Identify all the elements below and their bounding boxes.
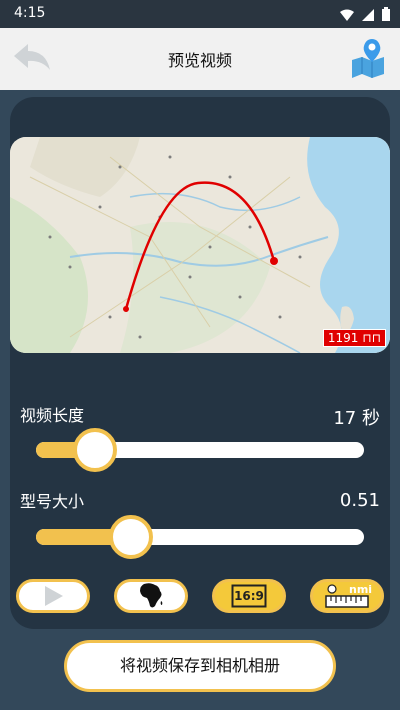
status-time: 4:15 <box>14 5 46 21</box>
play-button[interactable] <box>16 579 90 613</box>
video-length-thumb[interactable] <box>73 428 118 472</box>
distance-unit-button[interactable]: nmi <box>310 579 384 613</box>
map-location-button[interactable] <box>350 38 388 78</box>
distance-badge: 1191 ⊓⊓ <box>322 329 386 347</box>
signal-icon <box>362 6 374 25</box>
marker-size-value: 0.51 <box>339 490 380 511</box>
map-pin-icon <box>352 39 384 78</box>
aspect-ratio-label: 16:9 <box>234 589 264 603</box>
map-preview[interactable]: 1191 ⊓⊓ <box>10 137 390 353</box>
distance-unit-label: nmi <box>349 583 373 596</box>
video-length-slider[interactable] <box>36 428 364 472</box>
save-to-album-button[interactable]: 将视频保存到相机相册 <box>64 640 336 692</box>
map-illustration <box>10 137 390 353</box>
video-length-value: 17 秒 <box>333 408 380 429</box>
africa-map-icon <box>140 583 163 608</box>
region-map-button[interactable] <box>114 579 188 613</box>
marker-size-thumb[interactable] <box>109 515 154 559</box>
page-title: 预览视频 <box>167 51 232 70</box>
battery-icon <box>382 6 390 25</box>
play-icon <box>45 586 63 606</box>
marker-size-slider[interactable] <box>36 515 364 559</box>
status-bar: 4:15 <box>0 0 400 28</box>
marker-size-label: 型号大小 <box>20 492 85 511</box>
wifi-icon <box>340 6 354 25</box>
aspect-ratio-button[interactable]: 16:9 <box>212 579 286 613</box>
video-length-label: 视频长度 <box>20 406 85 425</box>
nav-bar: 预览视频 <box>0 28 400 90</box>
